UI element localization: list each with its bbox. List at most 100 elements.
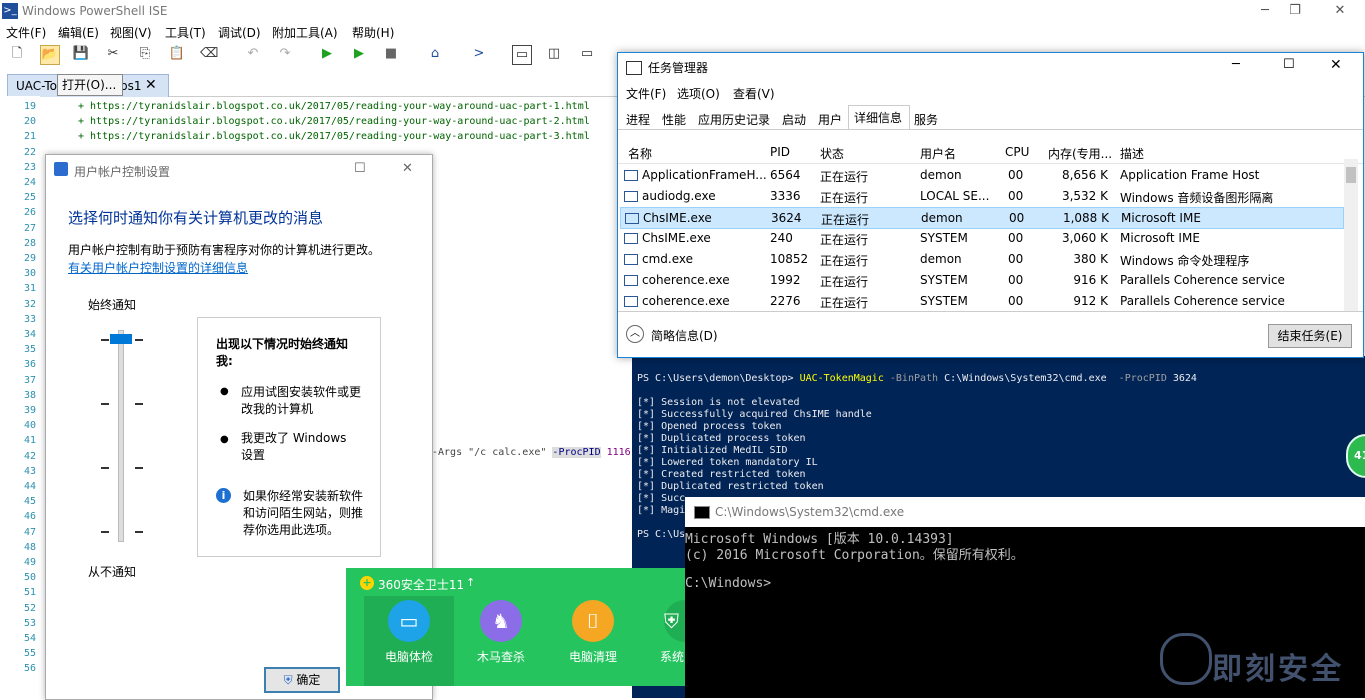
close-icon[interactable]: ✕ <box>402 161 413 176</box>
process-row[interactable]: ChsIME.exe 3624 正在运行 demon 00 1,088 K Microsof… <box>620 207 1344 229</box>
process-desc: Windows 命令处理程序 <box>1120 254 1250 268</box>
slider-bottom-label: 从不通知 <box>88 565 137 579</box>
process-user: demon <box>920 168 962 182</box>
taskmgr-menu-view[interactable]: 查看(V) <box>733 85 775 102</box>
layout-max-icon[interactable]: ▭ <box>578 45 596 63</box>
run-icon[interactable]: ▶ <box>318 45 336 63</box>
tab-users[interactable]: 用户 <box>818 111 842 128</box>
process-row[interactable]: audiodg.exe 3336 正在运行 LOCAL SE... 00 3,532 K W… <box>620 186 1342 206</box>
line-number: 26 <box>23 207 36 219</box>
col-name[interactable]: 名称 <box>628 145 652 162</box>
tab-close-icon[interactable]: ✕ <box>145 77 157 93</box>
new-file-icon[interactable]: 🗋 <box>8 45 26 63</box>
scrollbar[interactable] <box>1344 159 1358 311</box>
maximize-icon[interactable]: ☐ <box>354 161 366 176</box>
taskmgr-menu-file[interactable]: 文件(F) <box>626 85 666 102</box>
bullet-item: 我更改了 Windows 设置 <box>241 431 347 462</box>
guard360-cleanup[interactable]: ⌷ 电脑清理 <box>558 600 628 665</box>
menu-file[interactable]: 文件(F) <box>6 24 46 41</box>
remote-icon[interactable]: ⌂ <box>426 45 444 63</box>
tab-app-history[interactable]: 应用历史记录 <box>698 111 770 128</box>
line-number: 54 <box>23 633 36 644</box>
process-row[interactable]: coherence.exe 2276 正在运行 SYSTEM 00 912 K Parall… <box>620 291 1342 311</box>
menu-tools[interactable]: 工具(T) <box>165 24 206 41</box>
uac-heading: 选择何时通知你有关计算机更改的消息 <box>68 209 324 227</box>
menu-help[interactable]: 帮助(H) <box>352 24 394 41</box>
menu-view[interactable]: 视图(V) <box>110 24 152 41</box>
layout-top-icon[interactable]: ▭ <box>512 45 532 65</box>
process-icon <box>624 254 638 265</box>
update-arrow-icon: ↑ <box>466 576 476 589</box>
end-task-button[interactable]: 结束任务(E) <box>1268 324 1352 348</box>
col-description[interactable]: 描述 <box>1120 145 1144 162</box>
ps-output-line: [*] Duplicated restricted token <box>637 481 824 492</box>
cut-icon[interactable]: ✂ <box>104 45 122 63</box>
tab-services[interactable]: 服务 <box>914 111 938 128</box>
maximize-icon[interactable]: ☐ <box>1283 57 1295 72</box>
col-cpu[interactable]: CPU <box>1005 145 1029 159</box>
ps-command-line: PS C:\Users\demon\Desktop> UAC-TokenMagi… <box>637 373 1197 384</box>
undo-icon[interactable]: ↶ <box>244 45 262 63</box>
process-desc: Parallels Coherence service <box>1120 294 1285 308</box>
line-number: 36 <box>23 359 36 371</box>
box-title: 出现以下情况时始终通知我: <box>216 337 349 368</box>
close-icon[interactable]: ✕ <box>1320 0 1360 22</box>
menu-debug[interactable]: 调试(D) <box>218 24 261 41</box>
line-number: 47 <box>23 526 36 538</box>
process-row[interactable]: ApplicationFrameH... 6564 正在运行 demon 00 8,656… <box>620 165 1342 185</box>
process-name: audiodg.exe <box>642 189 716 203</box>
process-cpu: 00 <box>1009 211 1025 225</box>
guard360-system[interactable]: ⛨ 系统 <box>642 600 686 665</box>
uac-details-link[interactable]: 有关用户帐户控制设置的详细信息 <box>68 259 248 276</box>
process-row[interactable]: cmd.exe 10852 正在运行 demon 00 380 K Windows 命令处理… <box>620 249 1342 269</box>
redo-icon[interactable]: ↷ <box>276 45 294 63</box>
paste-icon[interactable]: 📋 <box>168 45 186 63</box>
menu-edit[interactable]: 编辑(E) <box>58 24 99 41</box>
layout-right-icon[interactable]: ◫ <box>545 45 563 63</box>
col-memory[interactable]: 内存(专用... <box>1048 145 1112 162</box>
ps-output-line: [*] Duplicated process token <box>637 433 806 444</box>
tab-startup[interactable]: 启动 <box>782 111 806 128</box>
tab-performance[interactable]: 性能 <box>662 111 686 128</box>
col-pid[interactable]: PID <box>770 145 790 159</box>
run-selection-icon[interactable]: ▶ <box>350 45 368 63</box>
process-row[interactable]: coherence.exe 1992 正在运行 SYSTEM 00 916 K Parall… <box>620 270 1342 290</box>
process-status: 正在运行 <box>820 275 869 289</box>
cmd-output-line: (c) 2016 Microsoft Corporation。保留所有权利。 <box>685 548 1024 563</box>
notify-slider-thumb[interactable] <box>110 334 132 344</box>
scrollbar-thumb[interactable] <box>1346 167 1356 183</box>
line-number: 29 <box>23 253 36 264</box>
console-icon[interactable]: > <box>470 45 488 63</box>
restore-icon[interactable]: ❐ <box>1275 0 1315 22</box>
guard360-trojan-scan[interactable]: ♞ 木马查杀 <box>466 600 536 665</box>
notify-slider-track[interactable] <box>118 330 124 542</box>
ps-output-line: [*] Succ <box>637 493 686 504</box>
taskmgr-menu-options[interactable]: 选项(O) <box>677 85 720 102</box>
col-status[interactable]: 状态 <box>820 145 844 162</box>
process-row[interactable]: ChsIME.exe 240 正在运行 SYSTEM 00 3,060 K Microsof… <box>620 228 1342 248</box>
close-icon[interactable]: ✕ <box>1330 57 1342 73</box>
tab-details[interactable]: 详细信息 <box>854 109 902 126</box>
menu-addons[interactable]: 附加工具(A) <box>272 24 338 41</box>
process-user: SYSTEM <box>920 273 968 287</box>
ok-button[interactable]: ⛨ 确定 <box>264 667 340 693</box>
line-number: 45 <box>23 496 36 508</box>
process-cpu: 00 <box>1008 252 1024 266</box>
minimize-icon[interactable]: ─ <box>1232 57 1240 72</box>
process-pid: 2276 <box>770 294 801 308</box>
process-mem: 912 K <box>1073 294 1108 308</box>
guard360-checkup[interactable]: ▭ 电脑体检 <box>374 600 444 665</box>
col-user[interactable]: 用户名 <box>920 145 956 162</box>
fewer-details-link[interactable]: 简略信息(D) <box>651 327 718 344</box>
clear-icon[interactable]: ⌫ <box>200 45 218 63</box>
save-icon[interactable]: 💾 <box>72 45 90 63</box>
chevron-up-icon[interactable]: ︿ <box>626 325 644 343</box>
process-cpu: 00 <box>1008 168 1024 182</box>
stop-icon[interactable]: ■ <box>382 45 400 63</box>
process-user: demon <box>921 211 963 225</box>
open-folder-icon[interactable]: 📂 <box>40 45 60 65</box>
ps-output-line: [*] Opened process token <box>637 421 782 432</box>
copy-icon[interactable]: ⎘ <box>136 45 154 63</box>
tab-processes[interactable]: 进程 <box>626 111 650 128</box>
line-number: 35 <box>23 344 36 356</box>
